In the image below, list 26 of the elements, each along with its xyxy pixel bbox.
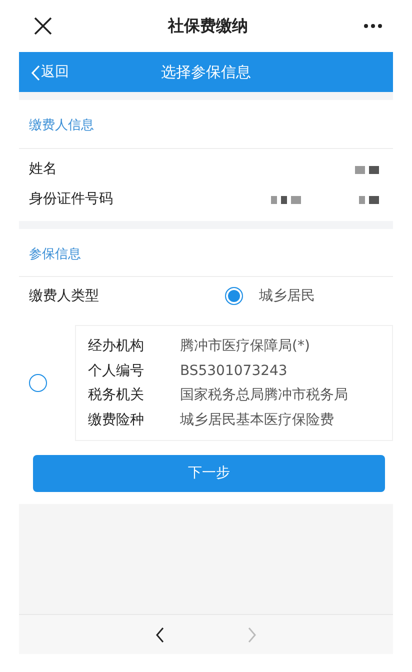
more-icon[interactable] bbox=[364, 24, 382, 28]
back-icon bbox=[31, 64, 40, 80]
back-link[interactable]: 返回 bbox=[31, 62, 69, 83]
next-button[interactable]: 下一步 bbox=[33, 455, 385, 492]
record-card[interactable]: 经办机构 腾冲市医疗保障局(*) 个人编号 BS5301073243 税务机关 国家税务总局腾冲市税务局 缴费险种 城乡居民基本医疗保险费 bbox=[75, 325, 393, 441]
redacted-value bbox=[355, 166, 379, 174]
field-label: 姓名 bbox=[29, 160, 57, 179]
field-label: 经办机构 bbox=[88, 337, 145, 356]
radio-button[interactable] bbox=[225, 287, 243, 305]
section-title: 参保信息 bbox=[19, 228, 393, 277]
field-value: 国家税务总局腾冲市税务局 bbox=[180, 386, 348, 405]
screen-title: 选择参保信息 bbox=[161, 62, 251, 83]
field-value: BS5301073243 bbox=[180, 362, 288, 380]
close-icon[interactable] bbox=[34, 17, 52, 35]
field-value: 城乡居民基本医疗保险费 bbox=[180, 410, 334, 430]
page-title: 社保费缴纳 bbox=[168, 15, 248, 37]
field-label: 缴费人类型 bbox=[29, 286, 99, 306]
radio-button[interactable] bbox=[29, 374, 47, 392]
field-label: 身份证件号码 bbox=[29, 190, 113, 209]
field-label: 缴费险种 bbox=[88, 410, 145, 430]
field-label: 个人编号 bbox=[88, 362, 145, 380]
field-label: 税务机关 bbox=[88, 386, 145, 405]
back-icon[interactable] bbox=[155, 626, 165, 642]
section-title: 缴费人信息 bbox=[19, 100, 393, 148]
field-value: 腾冲市医疗保障局(*) bbox=[180, 337, 310, 356]
option-label: 城乡居民 bbox=[259, 286, 315, 306]
